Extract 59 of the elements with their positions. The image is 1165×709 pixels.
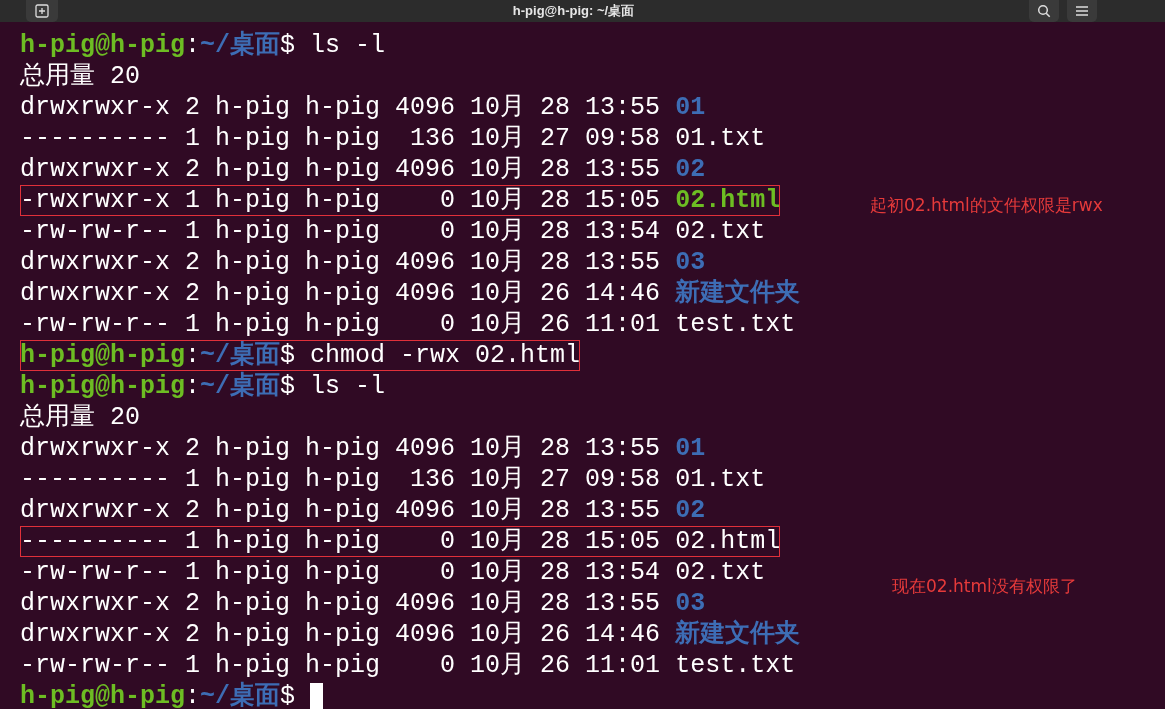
file-details: -rw-rw-r-- 1 h-pig h-pig 0 10月 28 13:54 xyxy=(20,216,662,247)
file-details: -rw-rw-r-- 1 h-pig h-pig 0 10月 26 11:01 xyxy=(20,309,662,340)
command-text: $ ls -l xyxy=(280,371,386,402)
command-text: $ xyxy=(280,681,296,709)
command-text: $ ls -l xyxy=(280,30,386,61)
file-name: 01.txt xyxy=(675,464,766,495)
file-name: 01.txt xyxy=(675,123,766,154)
file-details: ---------- 1 h-pig h-pig 136 10月 27 09:58 xyxy=(20,464,662,495)
output-text: 总用量 20 xyxy=(20,61,140,92)
file-name: 02.txt xyxy=(675,557,766,588)
search-icon xyxy=(1037,4,1051,18)
prompt-user: h-pig@h-pig xyxy=(20,30,186,61)
file-details: drwxrwxr-x 2 h-pig h-pig 4096 10月 28 13:55 xyxy=(20,588,662,619)
window-title: h-pig@h-pig: ~/桌面 xyxy=(511,2,636,20)
prompt-path: ~/桌面 xyxy=(200,681,281,709)
file-name: 02.txt xyxy=(675,216,766,247)
prompt-user: h-pig@h-pig xyxy=(20,340,186,371)
file-name: test.txt xyxy=(675,309,796,340)
file-details: -rw-rw-r-- 1 h-pig h-pig 0 10月 28 13:54 xyxy=(20,557,662,588)
file-name: 02.html xyxy=(675,526,781,557)
file-details: ---------- 1 h-pig h-pig 0 10月 28 15:05 xyxy=(20,526,662,557)
prompt-path: ~/桌面 xyxy=(200,30,281,61)
file-name: 03 xyxy=(675,247,706,278)
plus-box-icon xyxy=(35,4,49,18)
output-text: 总用量 20 xyxy=(20,402,140,433)
prompt-separator: : xyxy=(185,371,201,402)
file-details: ---------- 1 h-pig h-pig 136 10月 27 09:58 xyxy=(20,123,662,154)
file-name: 02 xyxy=(675,495,706,526)
file-details: drwxrwxr-x 2 h-pig h-pig 4096 10月 26 14:46 xyxy=(20,619,662,650)
file-details: drwxrwxr-x 2 h-pig h-pig 4096 10月 26 14:46 xyxy=(20,278,662,309)
file-name: 新建文件夹 xyxy=(675,278,801,309)
prompt-path: ~/桌面 xyxy=(200,371,281,402)
prompt-path: ~/桌面 xyxy=(200,340,281,371)
file-name: 03 xyxy=(675,588,706,619)
file-name: 01 xyxy=(675,433,706,464)
prompt-user: h-pig@h-pig xyxy=(20,681,186,709)
file-details: drwxrwxr-x 2 h-pig h-pig 4096 10月 28 13:55 xyxy=(20,92,662,123)
annotation-note: 起初02.html的文件权限是rwx xyxy=(870,194,1103,216)
menu-icon xyxy=(1076,6,1088,16)
file-name: 新建文件夹 xyxy=(675,619,801,650)
search-button[interactable] xyxy=(1029,0,1059,22)
command-text: $ chmod -rwx 02.html xyxy=(280,340,581,371)
file-details: drwxrwxr-x 2 h-pig h-pig 4096 10月 28 13:55 xyxy=(20,433,662,464)
prompt-separator: : xyxy=(185,681,201,709)
file-details: -rw-rw-r-- 1 h-pig h-pig 0 10月 26 11:01 xyxy=(20,650,662,681)
file-name: test.txt xyxy=(675,650,796,681)
prompt-separator: : xyxy=(185,340,201,371)
file-name: 01 xyxy=(675,92,706,123)
new-tab-button[interactable] xyxy=(26,0,58,22)
menu-button[interactable] xyxy=(1067,0,1097,22)
file-details: drwxrwxr-x 2 h-pig h-pig 4096 10月 28 13:55 xyxy=(20,247,662,278)
prompt-separator: : xyxy=(185,30,201,61)
file-name: 02 xyxy=(675,154,706,185)
file-name: 02.html xyxy=(675,185,781,216)
file-details: drwxrwxr-x 2 h-pig h-pig 4096 10月 28 13:55 xyxy=(20,154,662,185)
file-details: -rwxrwxr-x 1 h-pig h-pig 0 10月 28 15:05 xyxy=(20,185,662,216)
file-details: drwxrwxr-x 2 h-pig h-pig 4096 10月 28 13:55 xyxy=(20,495,662,526)
prompt-user: h-pig@h-pig xyxy=(20,371,186,402)
annotation-note: 现在02.html没有权限了 xyxy=(892,575,1077,597)
